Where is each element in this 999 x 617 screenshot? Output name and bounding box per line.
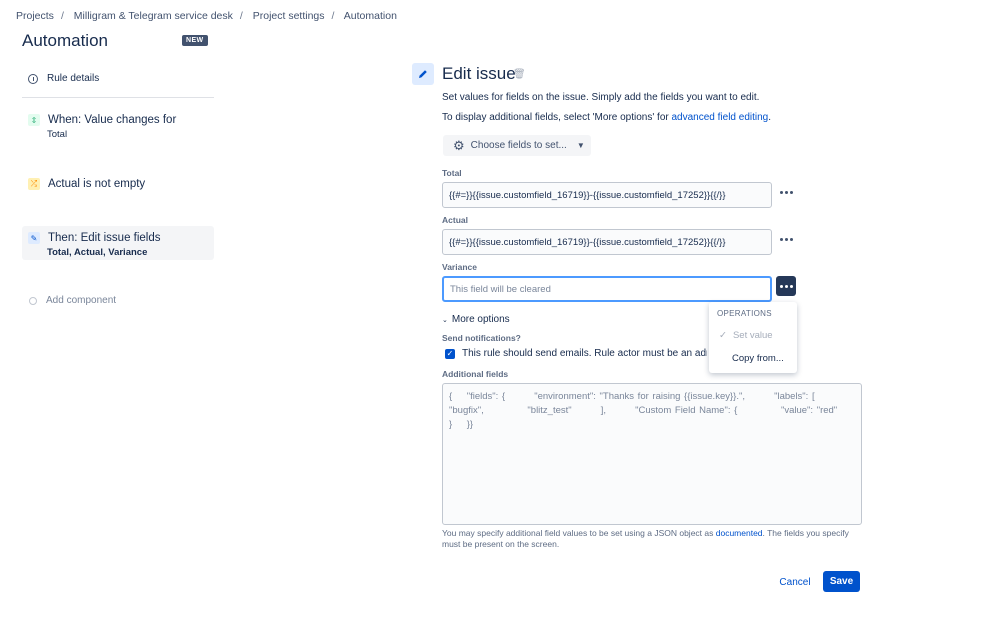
actual-more-button[interactable] bbox=[776, 229, 796, 249]
pencil-icon: ✎ bbox=[28, 232, 40, 244]
editor-title: Edit issue bbox=[442, 64, 516, 83]
copy-from-item[interactable]: Copy from... bbox=[732, 353, 784, 364]
action-title: Then: Edit issue fields bbox=[48, 232, 161, 244]
trigger-title: When: Value changes for bbox=[48, 114, 177, 126]
info-icon bbox=[28, 73, 38, 84]
editor-more-description: To display additional fields, select 'Mo… bbox=[442, 112, 772, 123]
gear-icon: ⚙ bbox=[453, 137, 465, 153]
condition-component[interactable]: ⤮ Actual is not empty bbox=[22, 177, 214, 191]
chevron-down-icon: ▼ bbox=[576, 141, 585, 150]
trash-icon[interactable]: 🗑 bbox=[513, 69, 526, 80]
set-value-item[interactable]: ✓ Set value bbox=[719, 330, 773, 341]
operations-header: OPERATIONS bbox=[717, 309, 772, 318]
breadcrumb-service-desk[interactable]: Milligram & Telegram service desk bbox=[74, 10, 233, 22]
save-button[interactable]: Save bbox=[823, 571, 860, 592]
chevron-down-icon: ⌄ bbox=[442, 316, 448, 324]
cancel-button[interactable]: Cancel bbox=[773, 572, 817, 592]
pencil-icon bbox=[412, 63, 434, 85]
check-icon: ✓ bbox=[719, 330, 727, 341]
more-options-label: More options bbox=[451, 314, 510, 325]
total-more-button[interactable] bbox=[776, 182, 796, 202]
total-label: Total bbox=[442, 168, 462, 178]
breadcrumb: Projects / Milligram & Telegram service d… bbox=[16, 10, 397, 22]
action-sub: Total, Actual, Variance bbox=[47, 247, 148, 258]
action-component[interactable]: ✎ Then: Edit issue fields Total, Actual,… bbox=[22, 226, 214, 260]
rule-details-label: Rule details bbox=[47, 73, 100, 84]
trigger-component[interactable]: ⇕ When: Value changes for Total bbox=[22, 113, 214, 140]
breadcrumb-project-settings[interactable]: Project settings bbox=[253, 10, 325, 22]
add-circle-icon bbox=[29, 296, 37, 305]
operations-menu: OPERATIONS ✓ Set value Copy from... bbox=[709, 302, 797, 373]
variance-more-button[interactable] bbox=[776, 276, 796, 296]
additional-fields-help: You may specify additional field values … bbox=[442, 528, 849, 549]
send-notifications-label: Send notifications? bbox=[442, 333, 521, 343]
additional-fields-label: Additional fields bbox=[442, 369, 509, 379]
new-badge: NEW bbox=[182, 35, 208, 46]
documented-link[interactable]: documented bbox=[716, 528, 763, 538]
variance-field[interactable]: This field will be cleared bbox=[442, 276, 772, 302]
divider bbox=[22, 97, 214, 98]
condition-title: Actual is not empty bbox=[48, 178, 146, 190]
additional-fields-textarea[interactable]: { "fields": { "environment": "Thanks for… bbox=[442, 383, 862, 525]
send-emails-label: This rule should send emails. Rule actor… bbox=[462, 348, 707, 359]
rule-details-item[interactable]: Rule details bbox=[28, 73, 99, 84]
total-field[interactable]: {{#=}}{{issue.customfield_16719}}-{{issu… bbox=[442, 182, 772, 208]
add-component-button[interactable]: Add component bbox=[29, 295, 116, 306]
advanced-field-editing-link[interactable]: advanced field editing bbox=[672, 112, 769, 123]
send-emails-checkbox-row[interactable]: ✓ This rule should send emails. Rule act… bbox=[445, 348, 707, 359]
trigger-sub: Total bbox=[47, 129, 68, 140]
actual-field[interactable]: {{#=}}{{issue.customfield_16719}}-{{issu… bbox=[442, 229, 772, 255]
value-change-icon: ⇕ bbox=[28, 114, 40, 126]
add-component-label: Add component bbox=[46, 295, 117, 306]
action-field-variance: Variance bbox=[108, 247, 148, 258]
action-field-actual: Actual bbox=[73, 247, 103, 258]
shuffle-icon: ⤮ bbox=[28, 178, 40, 190]
more-options-toggle[interactable]: ⌄ More options bbox=[442, 314, 510, 325]
choose-fields-label: Choose fields to set... bbox=[470, 140, 567, 151]
choose-fields-button[interactable]: ⚙ Choose fields to set... ▼ bbox=[443, 135, 591, 156]
variance-label: Variance bbox=[442, 262, 477, 272]
actual-label: Actual bbox=[442, 215, 468, 225]
editor-description: Set values for fields on the issue. Simp… bbox=[442, 92, 760, 103]
action-field-total: Total bbox=[47, 247, 69, 258]
page-title: Automation bbox=[22, 31, 108, 50]
breadcrumb-automation[interactable]: Automation bbox=[344, 10, 397, 22]
breadcrumb-projects[interactable]: Projects bbox=[16, 10, 54, 22]
send-emails-checkbox[interactable]: ✓ bbox=[445, 348, 455, 359]
